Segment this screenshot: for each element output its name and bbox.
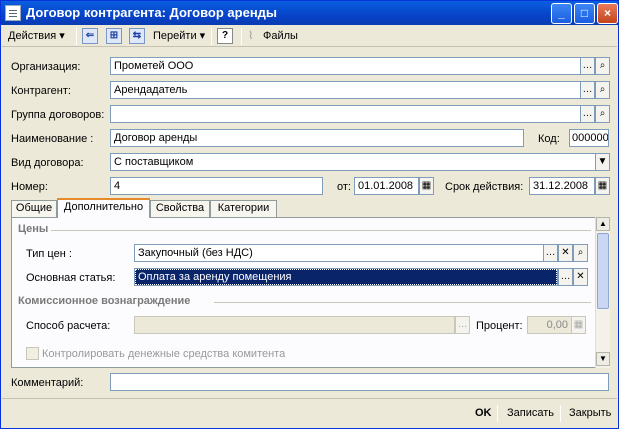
price-type-select-button[interactable]: …: [543, 244, 558, 262]
main-item-value: Оплата за аренду помещения: [135, 269, 557, 285]
control-funds-label: Контролировать денежные средства комитен…: [42, 348, 286, 360]
clear-icon[interactable]: ✕: [558, 244, 573, 262]
help-icon[interactable]: ?: [217, 28, 233, 44]
scroll-up-icon[interactable]: ▲: [596, 217, 610, 231]
refresh-icon[interactable]: ⇆: [129, 28, 145, 44]
number-field[interactable]: 4: [110, 177, 323, 195]
toolbar: Действия ▾ ⇐ ⊞ ⇆ Перейти ▾ ? ⌇ Файлы: [2, 25, 617, 47]
org-label: Организация:: [11, 61, 81, 73]
close-window-button[interactable]: ×: [597, 3, 618, 24]
search-icon[interactable]: ⌕: [595, 57, 610, 75]
calendar-icon[interactable]: ▦: [419, 177, 434, 195]
search-icon[interactable]: ⌕: [573, 244, 588, 262]
arrow-left-icon[interactable]: ⇐: [82, 28, 98, 44]
control-funds-checkbox[interactable]: [26, 347, 39, 360]
title-bar: Договор контрагента: Договор аренды _ □ …: [1, 1, 618, 25]
window-title: Договор контрагента: Договор аренды: [26, 5, 278, 20]
counterparty-select-button[interactable]: …: [580, 81, 595, 99]
prices-section-header: Цены: [18, 223, 49, 235]
button-bar: OK Записать Закрыть: [2, 398, 617, 428]
actions-label: Действия: [8, 30, 57, 42]
group-field[interactable]: [110, 105, 581, 123]
name-field[interactable]: Договор аренды: [110, 129, 524, 147]
counterparty-field[interactable]: Арендадатель: [110, 81, 581, 99]
paperclip-icon: ⌇: [248, 30, 254, 42]
ok-button[interactable]: OK: [475, 407, 492, 419]
contract-type-select[interactable]: С поставщиком: [110, 153, 596, 171]
section-divider: [214, 302, 591, 303]
contract-window: Договор контрагента: Договор аренды _ □ …: [0, 0, 619, 429]
from-date-label: от:: [337, 181, 351, 193]
number-label: Номер:: [11, 181, 48, 193]
maximize-button[interactable]: □: [574, 3, 595, 24]
org-field[interactable]: Прометей ООО: [110, 57, 581, 75]
main-item-label: Основная статья:: [26, 272, 116, 284]
price-type-field[interactable]: Закупочный (без НДС): [134, 244, 544, 262]
panel-scrollbar[interactable]: ▲ ▼: [595, 217, 610, 368]
button-separator: [497, 405, 498, 422]
tab-properties[interactable]: Свойства: [150, 200, 210, 217]
commission-section-header: Комиссионное вознаграждение: [18, 295, 191, 307]
calculator-icon[interactable]: ▦: [571, 316, 586, 334]
actions-menu[interactable]: Действия ▾: [8, 27, 65, 45]
clear-icon[interactable]: ✕: [573, 268, 588, 286]
toolbar-separator: [76, 28, 77, 45]
scroll-thumb[interactable]: [597, 233, 609, 309]
name-label: Наименование :: [11, 133, 94, 145]
price-type-label: Тип цен :: [26, 248, 72, 260]
toolbar-separator: [241, 28, 242, 45]
calendar-icon[interactable]: ▦: [595, 177, 610, 195]
main-item-select-button[interactable]: …: [558, 268, 573, 286]
calc-method-label: Способ расчета:: [26, 320, 111, 332]
tab-general[interactable]: Общие: [11, 200, 57, 217]
contract-type-label: Вид договора:: [11, 157, 84, 169]
comment-field[interactable]: [110, 373, 609, 391]
goto-label: Перейти: [153, 30, 197, 42]
structure-icon[interactable]: ⊞: [106, 28, 122, 44]
search-icon[interactable]: ⌕: [595, 105, 610, 123]
valid-until-label: Срок действия:: [445, 181, 524, 193]
minimize-button[interactable]: _: [551, 3, 572, 24]
search-icon[interactable]: ⌕: [595, 81, 610, 99]
files-button[interactable]: Файлы: [263, 27, 298, 45]
code-field[interactable]: 000000: [569, 129, 609, 147]
comment-label: Комментарий:: [11, 377, 84, 389]
chevron-down-icon[interactable]: ▼: [595, 153, 610, 171]
section-divider: [51, 230, 591, 231]
percent-label: Процент:: [476, 320, 523, 332]
scroll-down-icon[interactable]: ▼: [596, 352, 610, 366]
document-icon: [5, 5, 21, 21]
tab-additional[interactable]: Дополнительно: [57, 198, 150, 218]
percent-field[interactable]: 0,00: [527, 316, 572, 334]
goto-menu[interactable]: Перейти ▾: [153, 27, 205, 45]
valid-until-field[interactable]: 31.12.2008: [529, 177, 595, 195]
button-separator: [560, 405, 561, 422]
calc-method-select-button[interactable]: …: [455, 316, 470, 334]
counterparty-label: Контрагент:: [11, 85, 71, 97]
code-label: Код:: [538, 133, 560, 145]
toolbar-separator: [211, 28, 212, 45]
tab-categories[interactable]: Категории: [210, 200, 277, 217]
close-button[interactable]: Закрыть: [569, 407, 611, 419]
tab-panel: [11, 217, 610, 368]
main-item-field[interactable]: Оплата за аренду помещения: [134, 268, 558, 286]
group-label: Группа договоров:: [11, 109, 105, 121]
group-select-button[interactable]: …: [580, 105, 595, 123]
from-date-field[interactable]: 01.01.2008: [354, 177, 419, 195]
calc-method-field[interactable]: [134, 316, 455, 334]
save-button[interactable]: Записать: [507, 407, 554, 419]
org-select-button[interactable]: …: [580, 57, 595, 75]
